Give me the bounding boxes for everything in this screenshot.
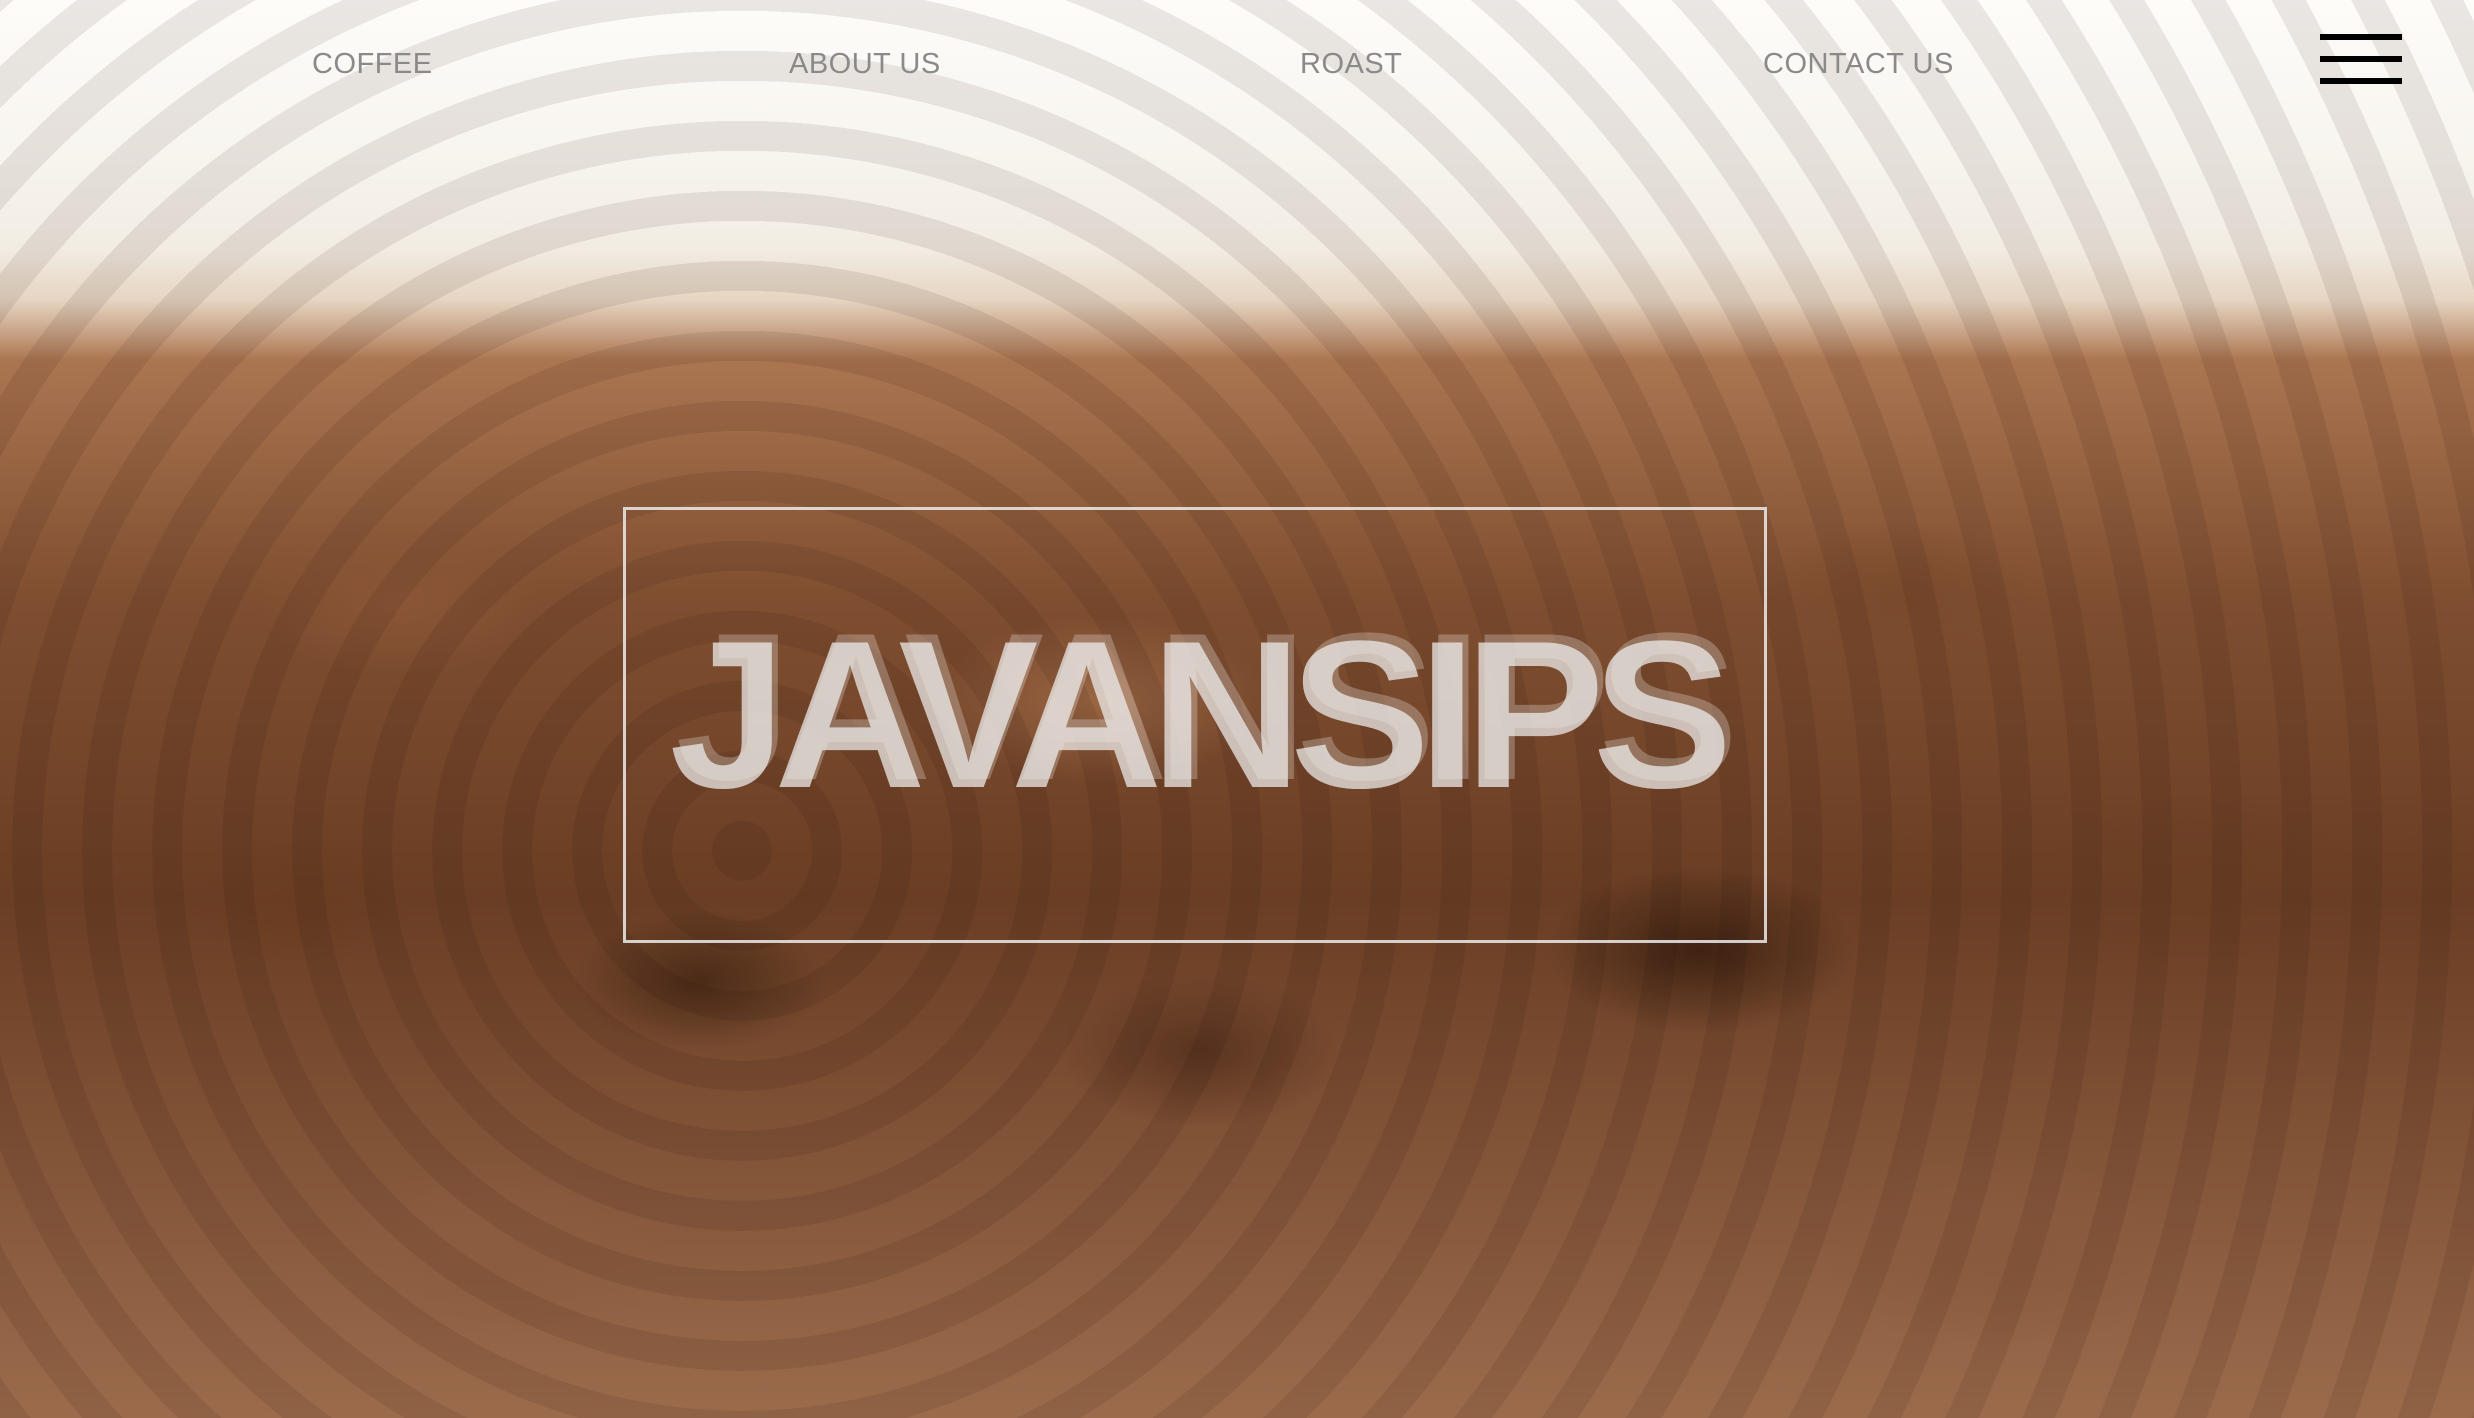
nav-link-about-us[interactable]: ABOUT US bbox=[789, 48, 941, 81]
hamburger-menu-icon[interactable] bbox=[2320, 32, 2402, 86]
page: COFFEE ABOUT US ROAST CONTACT US JAVANSI… bbox=[0, 0, 2474, 1418]
menu-bar bbox=[2320, 56, 2402, 62]
nav-link-roast[interactable]: ROAST bbox=[1300, 48, 1402, 81]
menu-bar bbox=[2320, 34, 2402, 40]
top-navigation: COFFEE ABOUT US ROAST CONTACT US bbox=[0, 0, 2474, 130]
nav-link-coffee[interactable]: COFFEE bbox=[312, 48, 433, 81]
nav-link-contact-us[interactable]: CONTACT US bbox=[1763, 48, 1954, 81]
logo-frame: JAVANSIPS JAVANSIPS bbox=[623, 507, 1767, 943]
menu-bar bbox=[2320, 78, 2402, 84]
logo-text: JAVANSIPS bbox=[669, 597, 1732, 832]
